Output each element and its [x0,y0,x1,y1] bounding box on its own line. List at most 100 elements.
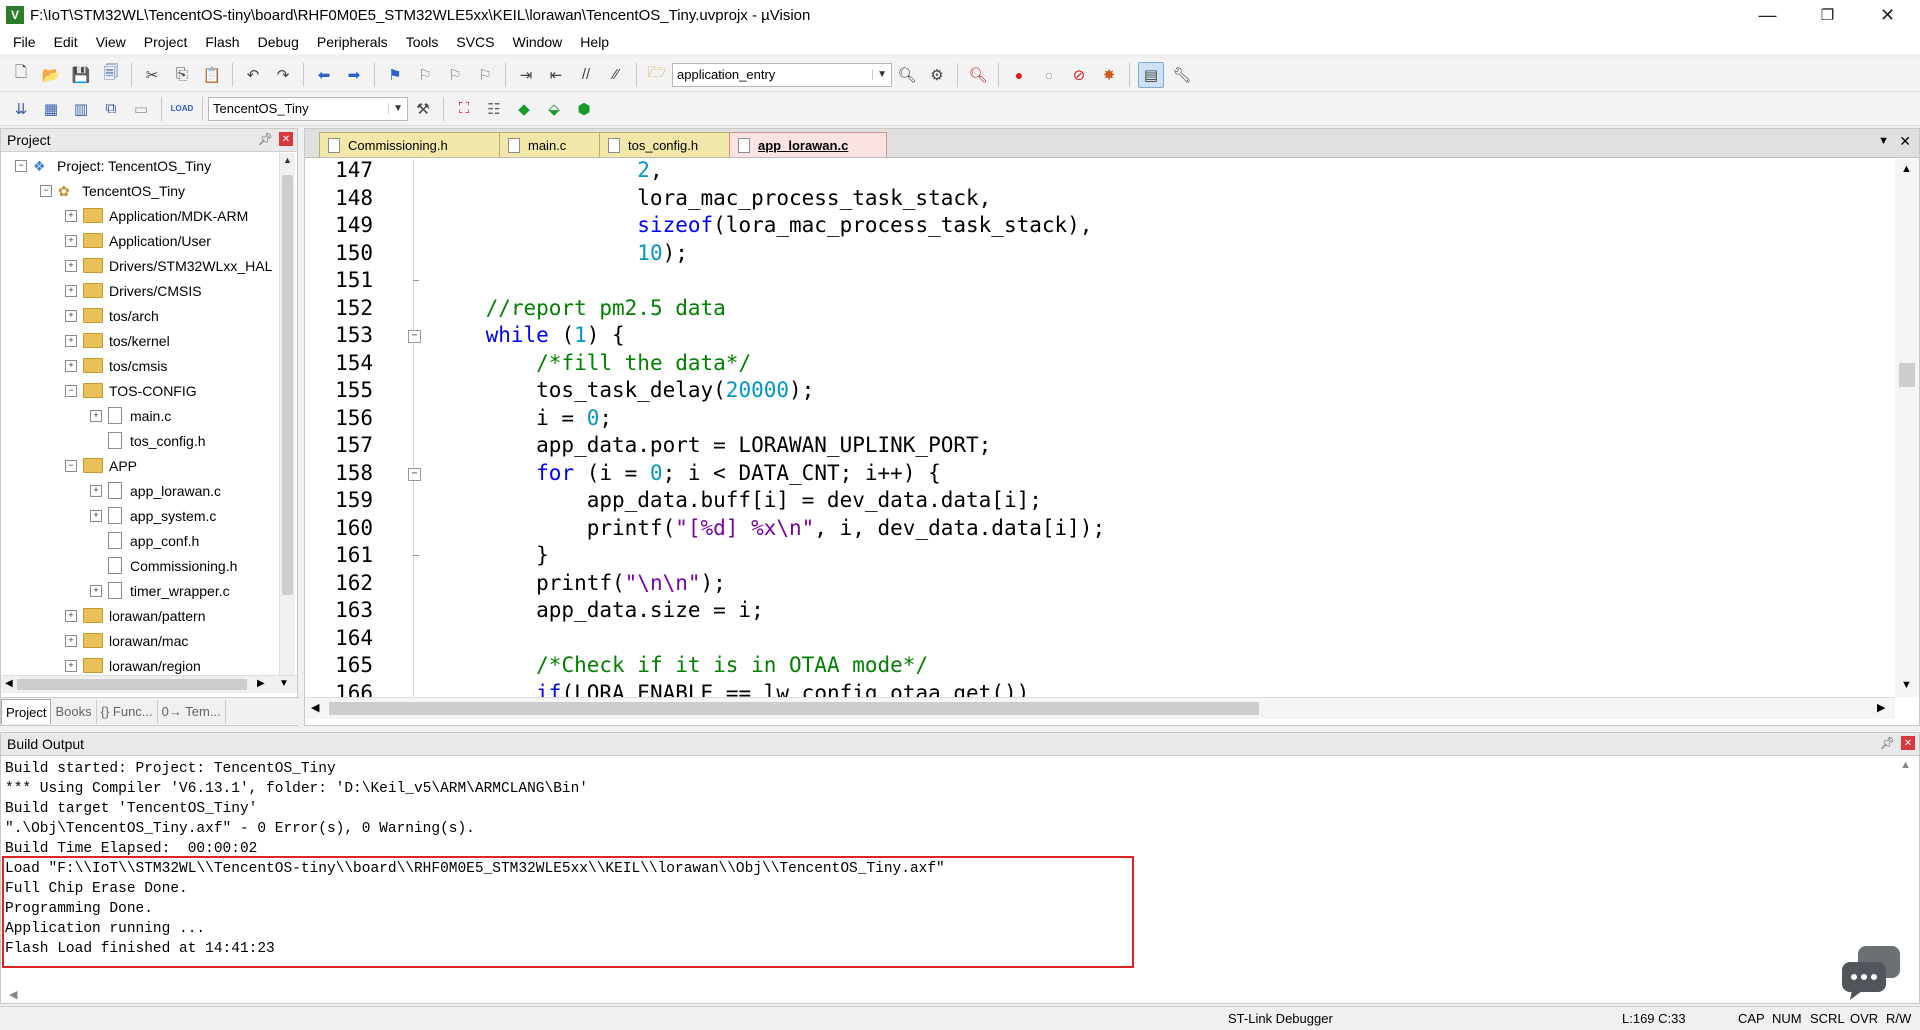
window-layout-icon[interactable]: ▤ [1138,61,1164,88]
restore-button[interactable]: ❐ [1800,0,1855,30]
manage-components-icon[interactable]: ⛶ [452,97,476,121]
tree-item[interactable]: + Application/User [1,228,281,253]
tree-item[interactable]: + timer_wrapper.c [1,578,281,603]
pin-icon[interactable]: 📌︎ [258,132,273,146]
disable-all-breakpoints-icon[interactable]: ⊘ [1067,63,1091,87]
tree-item[interactable]: − TOS-CONFIG [1,378,281,403]
tree-item[interactable]: tos_config.h [1,428,281,453]
menu-edit[interactable]: Edit [45,34,87,50]
menu-svcs[interactable]: SVCS [447,34,503,50]
build-icon[interactable]: ▦ [39,97,63,121]
tree-item[interactable]: + app_system.c [1,503,281,528]
expand-toggle-icon[interactable]: − [15,159,27,172]
new-file-icon[interactable]: 🗋 [9,63,33,87]
insert-breakpoint-icon[interactable]: ● [1007,63,1031,87]
tab-functions[interactable]: {} Func... [97,699,158,724]
expand-toggle-icon[interactable]: + [90,509,102,522]
undo-icon[interactable]: ↶ [241,63,265,87]
pin-icon[interactable]: 📌︎ [1880,736,1895,750]
expand-toggle-icon[interactable]: + [65,209,77,222]
tree-item[interactable]: + tos/kernel [1,328,281,353]
redo-icon[interactable]: ↷ [271,63,295,87]
tree-item[interactable]: + lorawan/mac [1,628,281,653]
tree-item[interactable]: − ✿ TencentOS_Tiny [1,178,281,203]
tab-list-chevron-icon[interactable]: ▼ [1878,135,1889,147]
tab-tos-config-h[interactable]: tos_config.h [599,132,745,157]
target-options-icon[interactable]: ⚒ [411,97,435,121]
expand-toggle-icon[interactable]: + [65,659,77,672]
expand-toggle-icon[interactable]: − [65,384,77,397]
menu-window[interactable]: Window [504,34,572,50]
expand-toggle-icon[interactable]: + [65,359,77,372]
configure-icon[interactable]: 🔧︎ [1170,63,1194,87]
file-extensions-icon[interactable]: ☷ [482,97,506,121]
expand-toggle-icon[interactable]: + [90,484,102,497]
tree-item[interactable]: app_conf.h [1,528,281,553]
tree-item[interactable]: + Drivers/CMSIS [1,278,281,303]
scroll-up-icon[interactable]: ▲ [1900,759,1911,771]
close-button[interactable]: ✕ [1860,0,1915,30]
copy-icon[interactable]: ⎘ [170,63,194,87]
select-software-packs-icon[interactable]: ⬙ [542,97,566,121]
tree-item[interactable]: − APP [1,453,281,478]
target-combo[interactable]: TencentOS_Tiny ▼ [208,96,408,121]
comment-icon[interactable]: // [574,63,598,87]
open-file-icon[interactable]: 📂 [39,63,63,87]
tab-app-lorawan-c[interactable]: app_lorawan.c [729,132,887,157]
bookmark-prev-icon[interactable]: ⚐ [413,63,437,87]
expand-toggle-icon[interactable]: + [65,309,77,322]
bookmark-insert-icon[interactable]: ⚑ [383,63,407,87]
menu-view[interactable]: View [87,34,135,50]
tab-commissioning-h[interactable]: Commissioning.h [319,132,515,157]
tree-horizontal-scrollbar[interactable]: ◀ ▶ ▼ [1,675,297,693]
fold-toggle-icon[interactable]: − [408,330,421,343]
tree-item[interactable]: + main.c [1,403,281,428]
expand-toggle-icon[interactable]: + [65,634,77,647]
tree-item[interactable]: + Drivers/STM32WLxx_HAL [1,253,281,278]
indent-icon[interactable]: ⇥ [514,63,538,87]
find-in-files-icon[interactable]: 🗁 [645,63,669,87]
tree-item[interactable]: Commissioning.h [1,553,281,578]
expand-toggle-icon[interactable]: + [90,409,102,422]
run-time-environment-icon[interactable]: ⬢ [572,97,596,121]
incremental-find-icon[interactable]: ⚙ [925,63,949,87]
tab-main-c[interactable]: main.c [499,132,615,157]
expand-toggle-icon[interactable]: − [40,184,52,197]
tree-item[interactable]: + tos/arch [1,303,281,328]
chat-bubble-icon[interactable] [1840,944,1902,1002]
find-icon[interactable]: 🔍︎ [895,63,919,87]
pack-installer-icon[interactable]: ◆ [512,97,536,121]
tree-item[interactable]: + app_lorawan.c [1,478,281,503]
navigate-back-icon[interactable]: ⬅ [312,63,336,87]
fold-toggle-icon[interactable]: − [408,467,421,481]
menu-help[interactable]: Help [571,34,618,50]
expand-toggle-icon[interactable]: + [65,234,77,247]
tree-item[interactable]: + Application/MDK-ARM [1,203,281,228]
save-all-icon[interactable]: 🗐 [99,63,123,87]
save-icon[interactable]: 💾 [69,63,93,87]
scroll-left-icon[interactable]: ◀ [9,988,17,1001]
expand-toggle-icon[interactable]: + [65,609,77,622]
unindent-icon[interactable]: ⇤ [544,63,568,87]
close-icon[interactable]: ✕ [279,132,293,146]
tab-project[interactable]: Project [1,699,52,724]
tree-item[interactable]: + tos/cmsis [1,353,281,378]
paste-icon[interactable]: 📋 [200,63,224,87]
minimize-button[interactable]: — [1740,0,1795,30]
uncomment-icon[interactable]: ⁄⁄ [604,63,628,87]
tree-item[interactable]: + lorawan/pattern [1,603,281,628]
menu-file[interactable]: File [4,34,45,50]
load-icon[interactable]: LOAD [170,97,194,121]
code-text-area[interactable]: 147 2, 148 lora_mac_process_task_stack, 14… [305,159,1895,697]
cut-icon[interactable]: ✂ [140,63,164,87]
expand-toggle-icon[interactable]: − [65,459,77,472]
menu-tools[interactable]: Tools [397,34,448,50]
disable-breakpoint-icon[interactable]: ○ [1037,63,1061,87]
menu-flash[interactable]: Flash [196,34,248,50]
expand-toggle-icon[interactable]: + [90,584,102,597]
editor-horizontal-scrollbar[interactable]: ◀ ▶ [305,697,1895,719]
function-combo[interactable]: application_entry ▼ [672,62,892,87]
menu-project[interactable]: Project [135,34,197,50]
close-icon[interactable]: ✕ [1901,736,1915,750]
expand-toggle-icon[interactable]: + [65,334,77,347]
